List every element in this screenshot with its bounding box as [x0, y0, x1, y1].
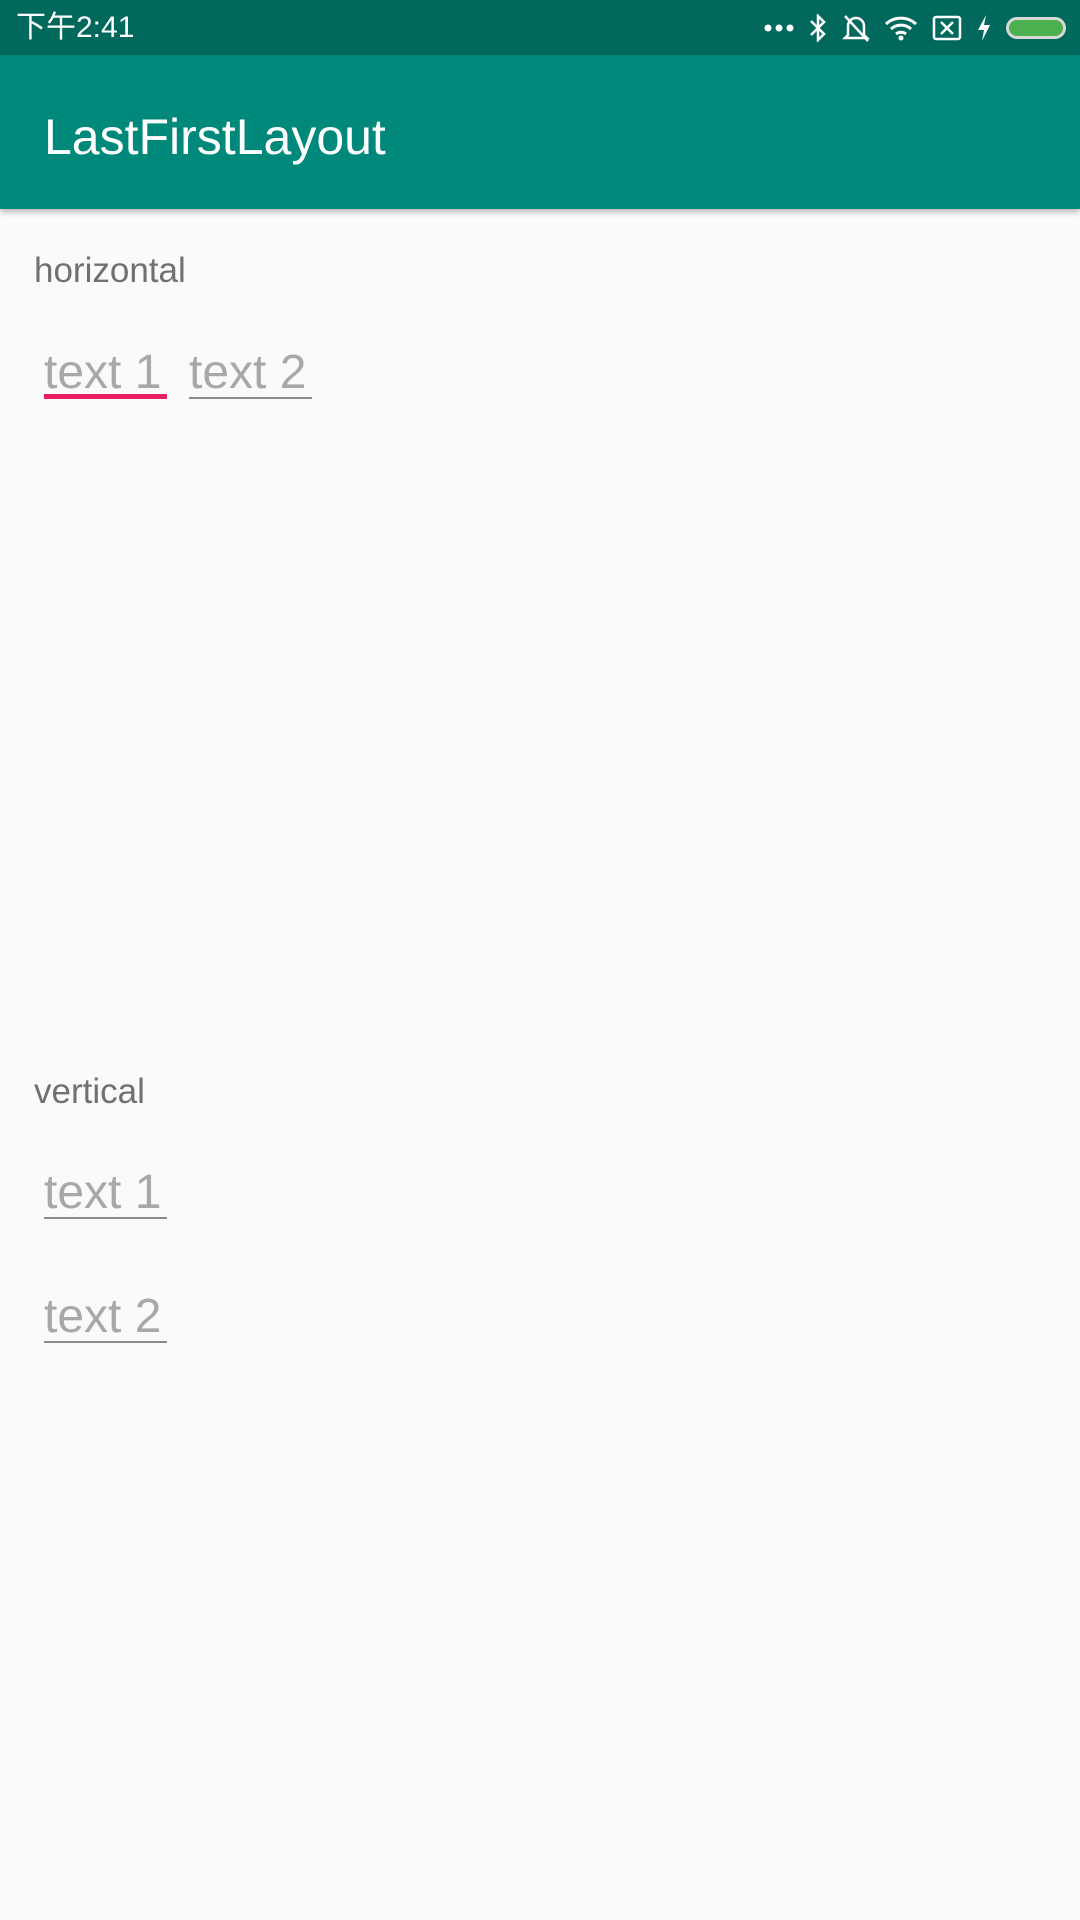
vertical-text1-field[interactable]: text 1: [44, 1153, 167, 1219]
status-icons: [764, 10, 1066, 46]
app-title: LastFirstLayout: [44, 109, 386, 165]
vertical-label: vertical: [34, 1072, 145, 1111]
horizontal-text2-field[interactable]: text 2: [189, 333, 312, 399]
horizontal-text1-field[interactable]: text 1: [44, 333, 167, 399]
vertical-text2-hint: text 2: [44, 1290, 162, 1343]
no-sim-icon: [932, 15, 962, 41]
battery-icon: [1006, 17, 1066, 39]
alarm-off-icon: [842, 13, 870, 43]
vertical-text2-field[interactable]: text 2: [44, 1277, 167, 1343]
horizontal-label: horizontal: [34, 251, 186, 290]
status-time: 下午2:41: [16, 11, 135, 44]
wifi-icon: [884, 15, 918, 41]
app-bar: LastFirstLayout: [0, 55, 1080, 209]
vertical-text1-hint: text 1: [44, 1166, 162, 1219]
horizontal-text2-hint: text 2: [189, 346, 307, 399]
charging-icon: [976, 14, 992, 42]
bluetooth-icon: [808, 14, 828, 42]
status-bar: 下午2:41: [0, 0, 1080, 55]
more-dots-icon: [764, 23, 794, 33]
horizontal-text1-hint: text 1: [44, 346, 162, 399]
